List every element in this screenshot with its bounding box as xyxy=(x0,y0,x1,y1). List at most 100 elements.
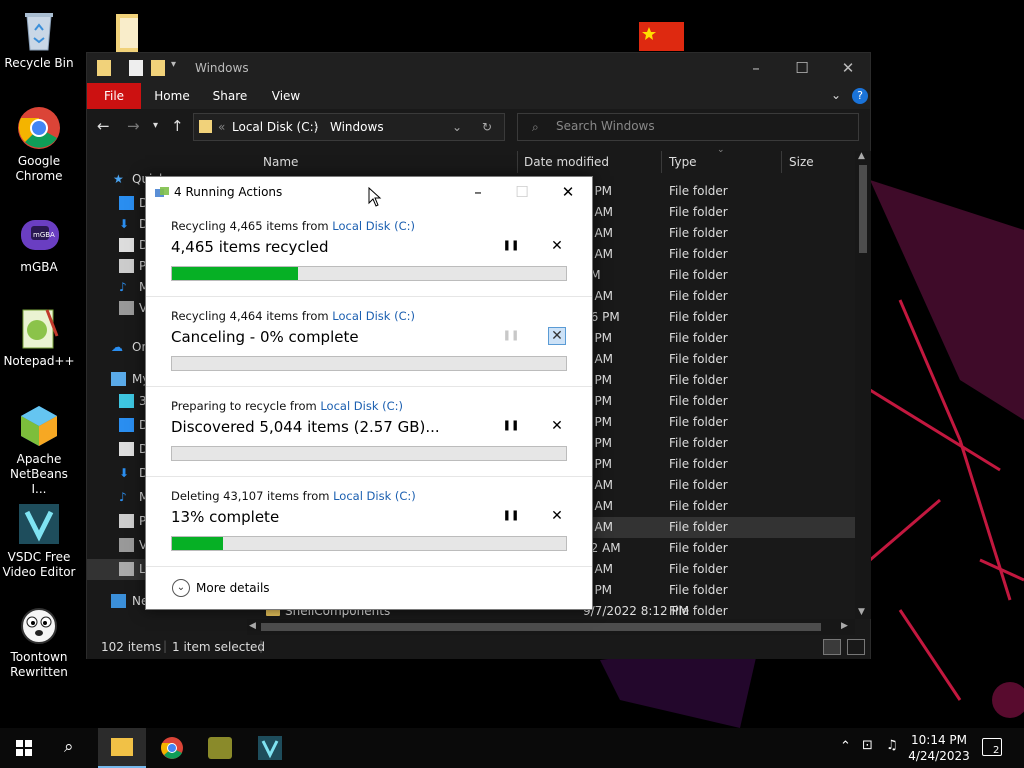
back-button[interactable]: ← xyxy=(97,117,110,135)
address-bar[interactable]: « Local Disk (C:) › Windows ⌄ ↻ xyxy=(193,113,505,141)
recent-locations-button[interactable]: ▾ xyxy=(153,120,158,131)
network-tray-icon[interactable]: ⊡ xyxy=(862,738,873,753)
source-link[interactable]: Local Disk (C:) xyxy=(332,309,415,323)
network-icon xyxy=(111,594,126,608)
system-clock[interactable]: 10:14 PM 4/24/2023 xyxy=(908,732,970,764)
mouse-cursor-icon xyxy=(368,187,382,207)
source-link[interactable]: Local Disk (C:) xyxy=(320,399,403,413)
up-button[interactable]: ↑ xyxy=(171,117,184,135)
status-divider: | xyxy=(163,639,168,653)
new-folder-icon[interactable] xyxy=(151,60,165,76)
column-divider[interactable] xyxy=(781,151,782,173)
operation-description: Recycling 4,464 items from Local Disk (C… xyxy=(171,309,415,323)
tab-home[interactable]: Home xyxy=(149,83,195,109)
desktop-icon-toontown[interactable]: Toontown Rewritten xyxy=(1,602,77,680)
taskbar: ⌕ ⌃ ⊡ ♫ 10:14 PM 4/24/2023 2 xyxy=(0,728,1024,768)
tab-share[interactable]: Share xyxy=(207,83,253,109)
pause-icon[interactable]: ❚❚ xyxy=(502,237,520,255)
scrollbar-thumb[interactable] xyxy=(261,623,821,631)
file-type: File folder xyxy=(669,352,728,366)
details-view-icon[interactable] xyxy=(823,639,841,655)
pause-icon[interactable]: ❚❚ xyxy=(502,507,520,525)
column-header-size[interactable]: Size xyxy=(789,155,814,169)
address-overflow[interactable]: « xyxy=(218,120,225,134)
taskbar-vsdc[interactable] xyxy=(246,728,294,768)
operation-description-text: Deleting 43,107 items from xyxy=(171,489,334,503)
desktop-icon-netbeans[interactable]: Apache NetBeans I... xyxy=(1,404,77,497)
address-dropdown-icon[interactable]: ⌄ xyxy=(452,120,462,134)
close-button[interactable]: ✕ xyxy=(825,53,871,83)
desktop-icon-vsdc[interactable]: VSDC Free Video Editor xyxy=(1,502,77,580)
notification-center-icon[interactable]: 2 xyxy=(982,738,1002,756)
tab-view[interactable]: View xyxy=(263,83,309,109)
desktop-icon-folder[interactable] xyxy=(78,8,154,56)
start-button[interactable] xyxy=(0,728,48,768)
help-icon[interactable]: ? xyxy=(852,88,868,104)
windows-logo-icon xyxy=(16,740,32,756)
svg-text:mGBA: mGBA xyxy=(33,231,55,239)
running-actions-dialog[interactable]: 4 Running Actions – ☐ ✕ Recycling 4,465 … xyxy=(145,176,593,610)
cancel-icon[interactable]: ✕ xyxy=(548,237,566,255)
customize-toolbar-icon[interactable]: ▾ xyxy=(171,59,176,70)
folder-icon xyxy=(199,120,212,133)
search-box[interactable]: ⌕ xyxy=(517,113,859,141)
desktop-icon-label: Recycle Bin xyxy=(4,56,74,70)
source-link[interactable]: Local Disk (C:) xyxy=(332,219,415,233)
column-divider[interactable] xyxy=(517,151,518,173)
breadcrumb-windows[interactable]: Windows xyxy=(330,120,384,134)
desktop-icon-label: Toontown Rewritten xyxy=(10,650,68,679)
vertical-scrollbar[interactable]: ▲ ▼ xyxy=(855,151,871,619)
dialog-minimize-button[interactable]: – xyxy=(456,177,500,207)
dialog-close-button[interactable]: ✕ xyxy=(546,177,590,207)
scrollbar-thumb[interactable] xyxy=(859,165,867,253)
desktop-icon-mgba[interactable]: mGBA mGBA xyxy=(1,212,77,275)
volume-icon[interactable]: ♫ xyxy=(886,738,898,753)
file-type: File folder xyxy=(669,415,728,429)
desktop-icon xyxy=(119,196,134,210)
refresh-icon[interactable]: ↻ xyxy=(482,120,492,134)
tray-overflow-icon[interactable]: ⌃ xyxy=(840,739,851,754)
large-icons-view-icon[interactable] xyxy=(847,639,865,655)
source-link[interactable]: Local Disk (C:) xyxy=(333,489,416,503)
tab-file[interactable]: File xyxy=(87,83,141,109)
music-icon: ♪ xyxy=(119,490,127,504)
breadcrumb-local-disk[interactable]: Local Disk (C:) xyxy=(232,120,318,134)
scroll-up-icon[interactable]: ▲ xyxy=(858,151,865,161)
ribbon-expand-icon[interactable]: ⌄ xyxy=(831,88,841,102)
scroll-right-icon[interactable]: ▶ xyxy=(841,621,848,631)
window-title: Windows xyxy=(195,61,249,75)
cancel-icon[interactable]: ✕ xyxy=(548,417,566,435)
properties-icon[interactable] xyxy=(129,60,143,76)
column-divider[interactable] xyxy=(661,151,662,173)
pause-icon[interactable]: ❚❚ xyxy=(502,417,520,435)
desktop-icon-notepadpp[interactable]: Notepad++ xyxy=(1,306,77,369)
file-type: File folder xyxy=(669,436,728,450)
desktop-icon-recycle-bin[interactable]: Recycle Bin xyxy=(1,8,77,71)
videos-icon xyxy=(119,538,134,552)
cancel-icon[interactable]: ✕ xyxy=(548,507,566,525)
scroll-left-icon[interactable]: ◀ xyxy=(249,621,256,631)
taskbar-file-explorer[interactable] xyxy=(98,728,146,768)
horizontal-scrollbar[interactable]: ◀ ▶ xyxy=(247,619,855,635)
scroll-down-icon[interactable]: ▼ xyxy=(858,607,865,617)
progress-bar xyxy=(171,536,567,551)
search-input[interactable] xyxy=(556,119,846,133)
file-type: File folder xyxy=(669,457,728,471)
drive-icon xyxy=(119,562,134,576)
search-button[interactable]: ⌕ xyxy=(48,728,96,768)
explorer-titlebar[interactable]: ▾ Windows – ☐ ✕ xyxy=(87,53,870,83)
column-header-name[interactable]: Name xyxy=(263,155,298,169)
operation-status: 4,465 items recycled xyxy=(171,238,329,256)
forward-button[interactable]: → xyxy=(127,117,140,135)
minimize-button[interactable]: – xyxy=(733,53,779,83)
operation-status: Discovered 5,044 items (2.57 GB)... xyxy=(171,418,440,436)
column-header-type[interactable]: Type xyxy=(669,155,697,169)
app-icon xyxy=(208,737,232,759)
cancel-icon[interactable]: ✕ xyxy=(548,327,566,345)
dialog-maximize-button: ☐ xyxy=(515,183,529,201)
desktop-icon-chrome[interactable]: Google Chrome xyxy=(1,106,77,184)
taskbar-chrome[interactable] xyxy=(148,728,196,768)
maximize-button[interactable]: ☐ xyxy=(779,53,825,83)
taskbar-app[interactable] xyxy=(196,728,244,768)
column-header-date[interactable]: Date modified xyxy=(524,155,609,169)
